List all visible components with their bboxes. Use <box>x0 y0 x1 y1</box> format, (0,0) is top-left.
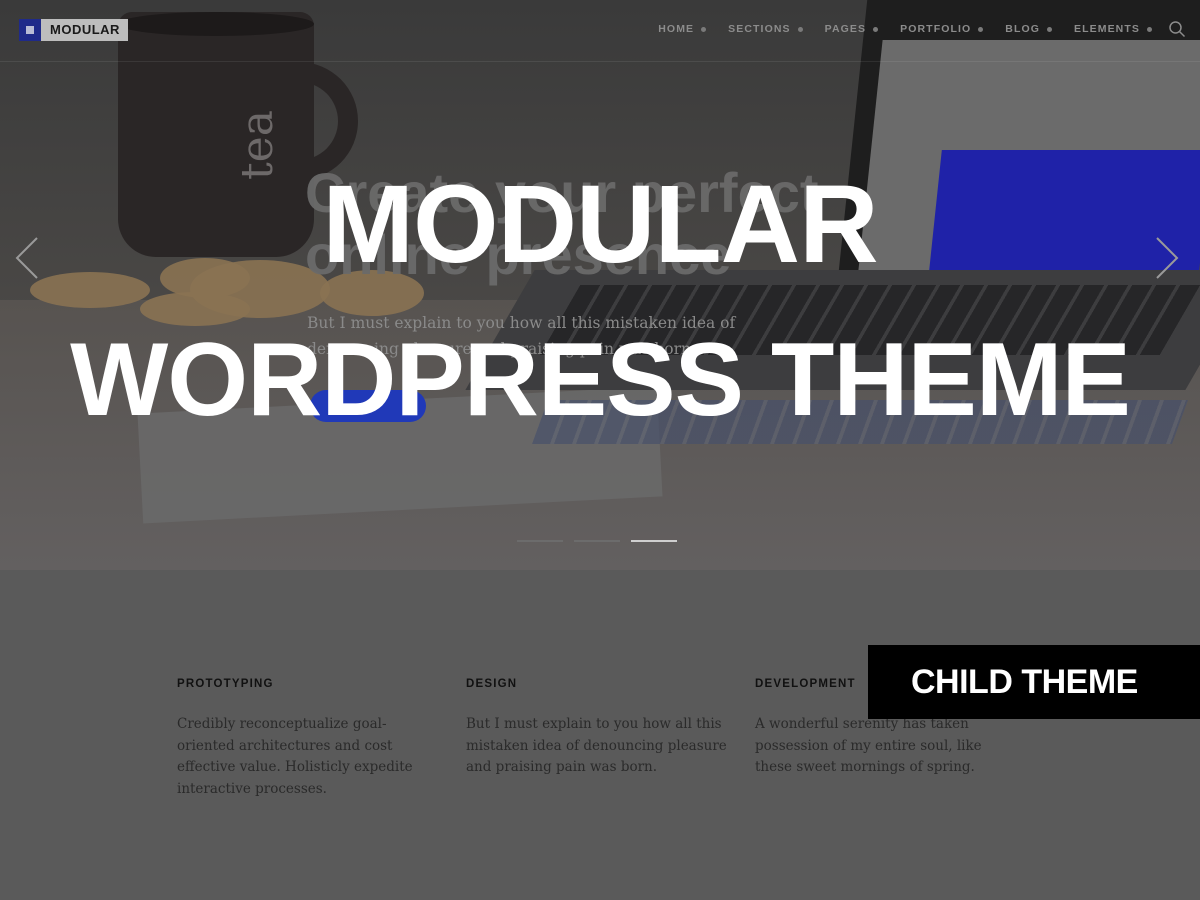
nav-item-label: SECTIONS <box>728 23 791 35</box>
feature-design: DESIGN But I must explain to you how all… <box>466 678 731 779</box>
nav-item-home[interactable]: HOME <box>658 21 707 37</box>
logo-text: MODULAR <box>41 19 128 41</box>
dropdown-dot-icon <box>873 26 879 32</box>
nav-item-portfolio[interactable]: PORTFOLIO <box>900 21 984 37</box>
feature-text: But I must explain to you how all this m… <box>466 716 727 775</box>
features-section: PROTOTYPING Credibly reconceptualize goa… <box>0 570 1200 900</box>
dropdown-dot-icon <box>701 26 707 32</box>
slider-dot[interactable] <box>517 540 563 542</box>
dropdown-dot-icon <box>978 26 984 32</box>
nav-item-label: PORTFOLIO <box>900 23 972 35</box>
dropdown-dot-icon <box>1047 26 1053 32</box>
feature-title: DESIGN <box>466 678 518 690</box>
dropdown-dot-icon <box>1147 26 1152 32</box>
feature-text: A wonderful serenity has taken possessio… <box>755 716 982 775</box>
hero-slider: tea Create your perfect online presence … <box>0 0 1200 570</box>
slider-dot-active[interactable] <box>631 540 677 542</box>
feature-text: Credibly reconceptualize goal-oriented a… <box>177 716 413 797</box>
nav-item-label: PAGES <box>824 23 867 35</box>
site-logo[interactable]: MODULAR <box>19 19 128 41</box>
top-navigation-bar: MODULAR HOME SECTIONS PAGES PORTFOLIO BL… <box>0 0 1200 62</box>
feature-prototyping: PROTOTYPING Credibly reconceptualize goa… <box>177 678 442 800</box>
logo-icon <box>19 19 41 41</box>
main-menu: HOME SECTIONS PAGES PORTFOLIO BLOG ELEME… <box>636 21 1152 37</box>
nav-item-blog[interactable]: BLOG <box>1005 21 1053 37</box>
child-theme-badge: CHILD THEME <box>868 645 1200 719</box>
slider-pagination <box>517 540 688 542</box>
nav-item-label: HOME <box>658 23 695 35</box>
slider-dot[interactable] <box>574 540 620 542</box>
nav-item-label: ELEMENTS <box>1074 23 1140 35</box>
nav-item-pages[interactable]: PAGES <box>824 21 879 37</box>
nav-item-elements[interactable]: ELEMENTS <box>1074 21 1152 37</box>
feature-title: PROTOTYPING <box>177 678 274 690</box>
title-line-1: MODULAR <box>322 163 878 286</box>
nav-item-sections[interactable]: SECTIONS <box>728 21 803 37</box>
overlay-title: MODULAR WORDPRESS THEME <box>0 163 1200 438</box>
title-line-2: WORDPRESS THEME <box>70 322 1131 438</box>
dropdown-dot-icon <box>797 26 803 32</box>
nav-item-label: BLOG <box>1005 23 1041 35</box>
search-icon[interactable] <box>1168 20 1186 38</box>
